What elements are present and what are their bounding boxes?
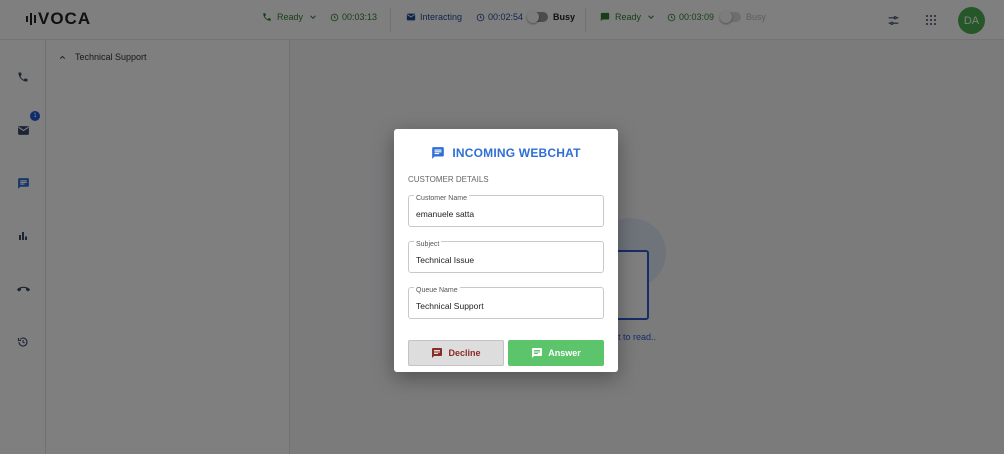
- subject-label: Subject: [414, 241, 442, 248]
- decline-label: Decline: [448, 348, 481, 358]
- subject-value[interactable]: Technical Issue: [416, 255, 596, 265]
- chat-icon: [432, 348, 443, 358]
- customer-details-label: CUSTOMER DETAILS: [408, 175, 489, 184]
- incoming-webchat-dialog: INCOMING WEBCHAT CUSTOMER DETAILS Custom…: [394, 129, 618, 372]
- customer-name-field[interactable]: Customer Name emanuele satta: [408, 195, 604, 227]
- customer-name-label: Customer Name: [414, 195, 469, 202]
- chat-icon: [432, 147, 445, 159]
- queue-name-value[interactable]: Technical Support: [416, 301, 596, 311]
- answer-label: Answer: [548, 348, 581, 358]
- chat-icon: [532, 348, 543, 358]
- dialog-title-text: INCOMING WEBCHAT: [452, 146, 581, 160]
- dialog-title: INCOMING WEBCHAT: [394, 146, 618, 160]
- decline-button[interactable]: Decline: [408, 340, 504, 366]
- answer-button[interactable]: Answer: [508, 340, 604, 366]
- queue-name-label: Queue Name: [414, 287, 460, 294]
- queue-name-field[interactable]: Queue Name Technical Support: [408, 287, 604, 319]
- subject-field[interactable]: Subject Technical Issue: [408, 241, 604, 273]
- customer-name-value[interactable]: emanuele satta: [416, 209, 596, 219]
